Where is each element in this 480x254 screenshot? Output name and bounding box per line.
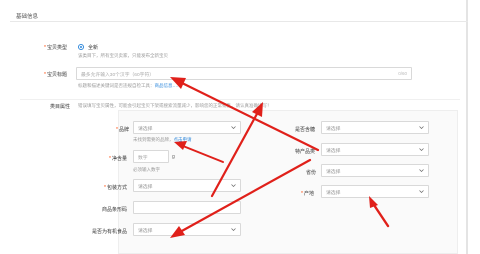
brand-select[interactable]: 请选择 <box>133 121 241 134</box>
title-help: 标题和描述关键词是否违规自检工具：商品信息…… <box>78 83 182 89</box>
chevron-down-icon <box>419 190 424 193</box>
net-content-input[interactable]: 数字 <box>133 150 169 163</box>
organic-label: 是否为有机食品 <box>92 229 128 235</box>
brand-apply-link[interactable]: 点击申请 <box>174 137 192 142</box>
place-select[interactable]: 请选择 <box>321 185 429 198</box>
title-placeholder: 最多允许输入30个汉字（60字符） <box>81 73 155 78</box>
barcode-input[interactable] <box>133 201 241 214</box>
baby-type-option[interactable]: 全新 <box>88 44 98 51</box>
title-help-text: 标题和描述关键词是否违规自检工具： <box>78 83 155 88</box>
chevron-down-icon <box>231 228 236 231</box>
origin-product-value: 请选择 <box>326 149 341 154</box>
attrs-help: 错误填写宝贝属性，可能会引起宝贝下架或搜索流量减少，影响您的正常销售，请认真准确… <box>78 103 272 108</box>
chevron-down-icon <box>231 184 236 187</box>
packaging-value: 请选择 <box>138 185 153 190</box>
brand-value: 请选择 <box>138 127 153 132</box>
net-content-placeholder: 数字 <box>138 156 148 161</box>
province-label: 省份 <box>306 170 317 176</box>
divider <box>20 99 460 100</box>
chevron-down-icon <box>419 126 424 129</box>
scrollbar-track[interactable] <box>466 0 468 254</box>
sugar-label: 是否含糖 <box>295 127 316 133</box>
brand-help: 未找到需要的品牌，点击申请 <box>133 137 192 143</box>
origin-product-select[interactable]: 请选择 <box>321 143 429 156</box>
baby-type-label: 宝贝类型 <box>44 44 67 51</box>
place-label: 产地 <box>301 190 314 197</box>
organic-select[interactable]: 请选择 <box>133 223 241 236</box>
radio-new[interactable] <box>78 44 84 50</box>
province-value: 请选择 <box>326 170 341 175</box>
section-header: 基础信息 <box>10 10 468 22</box>
province-select[interactable]: 请选择 <box>321 164 429 177</box>
packaging-label: 包装方式 <box>104 184 127 191</box>
net-content-unit: g <box>172 154 175 160</box>
chevron-down-icon <box>419 148 424 151</box>
title-input[interactable]: 最多允许输入30个汉字（60字符） 0/60 <box>76 67 412 80</box>
title-label: 宝贝标题 <box>44 71 67 78</box>
organic-value: 请选择 <box>138 229 153 234</box>
brand-label: 品牌 <box>116 126 129 133</box>
baby-type-help: 该类目下，所有宝贝卖家，只能发布全新宝贝 <box>78 53 168 58</box>
sugar-value: 请选择 <box>326 127 341 132</box>
sugar-select[interactable]: 请选择 <box>321 121 429 134</box>
net-content-help: 必须输入数字 <box>133 167 160 172</box>
attrs-label: 类目属性 <box>50 104 71 110</box>
title-counter: 0/60 <box>398 71 407 76</box>
chevron-down-icon <box>231 126 236 129</box>
brand-help-text: 未找到需要的品牌， <box>133 137 174 142</box>
section-title: 基础信息 <box>16 14 39 20</box>
title-help-link[interactable]: 商品信息…… <box>155 83 182 88</box>
chevron-down-icon <box>419 169 424 172</box>
packaging-select[interactable]: 请选择 <box>133 179 241 192</box>
barcode-label: 商品条形码 <box>102 207 128 213</box>
net-content-label: 净含量 <box>109 155 127 162</box>
place-value: 请选择 <box>326 191 341 196</box>
origin-product-label: 特产品类 <box>295 149 316 155</box>
